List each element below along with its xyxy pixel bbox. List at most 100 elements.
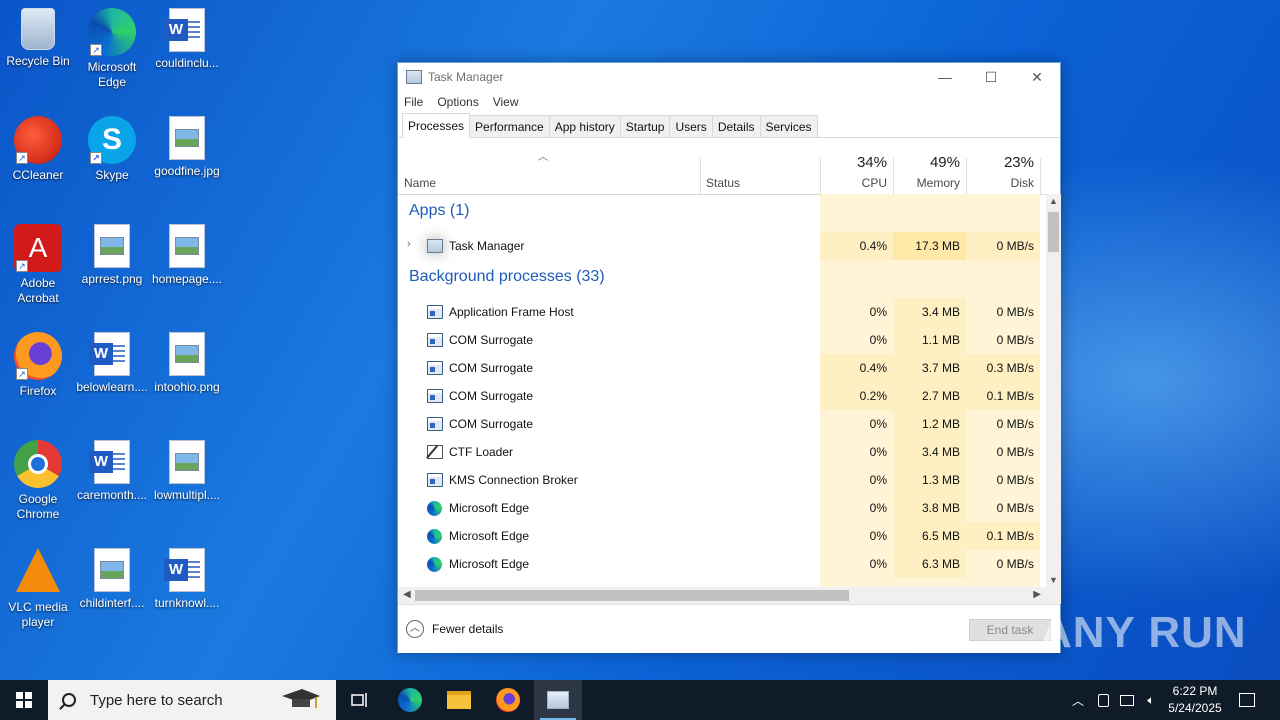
desktop-icon-label: Firefox [19,384,57,398]
scroll-up-icon[interactable]: ▲ [1046,196,1061,206]
image-file-icon [169,440,205,484]
desktop-icon-turnknowl[interactable]: W turnknowl.... [149,548,225,611]
desktop-icon-label: Adobe Acrobat [17,276,59,305]
desktop-icon-microsoft-edge[interactable]: ↗ Microsoft Edge [74,8,150,90]
show-hidden-icons-button[interactable]: ︿ [1068,680,1088,720]
desktop-icon-intoohio[interactable]: intoohio.png [149,332,225,395]
tab-performance[interactable]: Performance [469,115,550,137]
table-row[interactable]: 0% 6.5 MB 0.1 MB/s Microsoft Edge [398,522,1046,550]
desktop-icon-firefox[interactable]: ↗ Firefox [0,332,76,399]
taskbar-task-manager[interactable] [534,680,582,720]
start-button[interactable] [0,680,48,720]
column-name[interactable]: Name [404,176,436,190]
desktop-icon-belowlearn[interactable]: W belowlearn.... [74,332,150,395]
menu-bar: File Options View [398,91,1060,113]
device-icon [1097,693,1109,707]
disk-cell: 0.3 MB/s [966,354,1040,382]
chevron-right-icon[interactable]: › [407,238,411,250]
vertical-scrollbar[interactable]: ▲ ▼ [1046,194,1061,587]
tab-processes[interactable]: Processes [402,113,471,138]
scroll-right-icon[interactable]: ▶ [1033,589,1041,600]
desktop-icon-lowmultipl[interactable]: lowmultipl.... [149,440,225,503]
cpu-cell: 0.4% [820,232,893,260]
desktop-icon-adobe-acrobat[interactable]: A ↗ Adobe Acrobat [0,224,76,306]
desktop-icon-skype[interactable]: S ↗ Skype [74,116,150,183]
close-button[interactable]: ✕ [1014,63,1060,91]
process-name: Microsoft Edge [449,557,530,571]
menu-file[interactable]: File [404,95,423,109]
desktop-icon-homepage[interactable]: homepage.... [149,224,225,287]
fewer-details-button[interactable]: ︿ Fewer details [406,620,503,638]
menu-options[interactable]: Options [437,95,478,109]
cpu-cell: 0.2% [820,382,893,410]
table-row[interactable]: 0% 1.3 MB 0 MB/s KMS Connection Broker [398,466,1046,494]
desktop-icon-label: Google Chrome [16,492,60,521]
process-name: Microsoft Edge [449,529,530,543]
horizontal-scrollbar[interactable]: ◀ ▶ [398,587,1046,604]
column-memory[interactable]: 49% Memory [893,138,966,195]
table-row[interactable]: 0% 1.2 MB 0 MB/s COM Surrogate [398,410,1046,438]
desktop-icon-ccleaner[interactable]: ↗ CCleaner [0,116,76,183]
desktop-icon-label: VLC media player [8,600,68,629]
desktop-icon-goodfine[interactable]: goodfine.jpg [149,116,225,179]
action-center-button[interactable] [1234,680,1260,720]
desktop-icon-label: caremonth.... [76,488,148,502]
menu-view[interactable]: View [493,95,519,109]
desktop-icon-label: Microsoft Edge [87,60,137,89]
word-document-icon: W [89,332,130,376]
tab-services[interactable]: Services [759,115,818,137]
desktop-icon-label: lowmultipl.... [153,488,221,502]
desktop-icon-vlc[interactable]: VLC media player [0,548,76,630]
desktop-icon-label: childinterf.... [79,596,145,610]
table-row[interactable]: 0% 3.8 MB 0 MB/s Microsoft Edge [398,494,1046,522]
column-disk[interactable]: 23% Disk [966,138,1040,195]
desktop-icon-caremonth[interactable]: W caremonth.... [74,440,150,503]
column-divider[interactable] [1040,158,1041,194]
desktop-icon-couldinclu[interactable]: W couldinclu... [149,8,225,71]
scroll-left-icon[interactable]: ◀ [403,589,411,600]
notification-icon [1239,693,1255,707]
edge-icon [427,501,442,516]
group-title: Apps (1) [409,202,470,219]
taskbar-file-explorer[interactable] [435,680,483,720]
tab-startup[interactable]: Startup [619,115,671,137]
firefox-icon: ↗ [14,332,62,380]
maximize-button[interactable]: ☐ [968,63,1014,91]
desktop-icon-recycle-bin[interactable]: Recycle Bin [0,8,76,69]
tab-users[interactable]: Users [669,115,713,137]
scrollbar-thumb[interactable] [1048,212,1059,252]
table-row[interactable]: 0.2% 2.7 MB 0.1 MB/s COM Surrogate [398,382,1046,410]
tab-details[interactable]: Details [711,115,761,137]
table-row[interactable]: 0% 3.4 MB 0 MB/s CTF Loader [398,438,1046,466]
taskbar-search-box[interactable]: Type here to search [48,680,336,720]
scrollbar-thumb[interactable] [415,590,849,601]
column-divider[interactable] [700,158,701,194]
table-row[interactable]: 0% 3.4 MB 0 MB/s Application Frame Host [398,298,1046,326]
table-row[interactable]: 0.4% 17.3 MB 0 MB/s › Task Manager [398,232,1046,260]
memory-cell: 17.3 MB [893,232,966,260]
desktop-icon-aprrest[interactable]: aprrest.png [74,224,150,287]
shortcut-arrow-icon: ↗ [16,368,28,380]
disk-cell: 0 MB/s [966,232,1040,260]
process-name: COM Surrogate [449,389,534,403]
desktop-icon-google-chrome[interactable]: Google Chrome [0,440,76,522]
table-row[interactable]: 0% 6.3 MB 0 MB/s Microsoft Edge [398,550,1046,578]
tab-app-history[interactable]: App history [548,115,621,137]
table-row[interactable]: 0.4% 3.7 MB 0.3 MB/s COM Surrogate [398,354,1046,382]
tray-volume-icon[interactable]: 🔈︎ [1140,680,1162,720]
column-cpu[interactable]: 34% CPU [820,138,893,195]
table-row[interactable]: 0% 1.1 MB 0 MB/s COM Surrogate [398,326,1046,354]
taskbar-clock[interactable]: 6:22 PM 5/24/2025 [1160,683,1230,717]
end-task-button[interactable]: End task [969,619,1051,641]
taskbar-firefox[interactable] [484,680,532,720]
tray-network-icon[interactable] [1116,680,1138,720]
vlc-icon [16,548,60,592]
desktop-icon-childinterf[interactable]: childinterf.... [74,548,150,611]
tray-device-icon[interactable] [1092,680,1114,720]
task-view-button[interactable] [336,680,384,720]
title-bar[interactable]: Task Manager — ☐ ✕ [398,63,1060,91]
scroll-down-icon[interactable]: ▼ [1046,575,1061,585]
taskbar-edge[interactable] [386,680,434,720]
minimize-button[interactable]: — [922,63,968,91]
column-status[interactable]: Status [706,176,740,190]
